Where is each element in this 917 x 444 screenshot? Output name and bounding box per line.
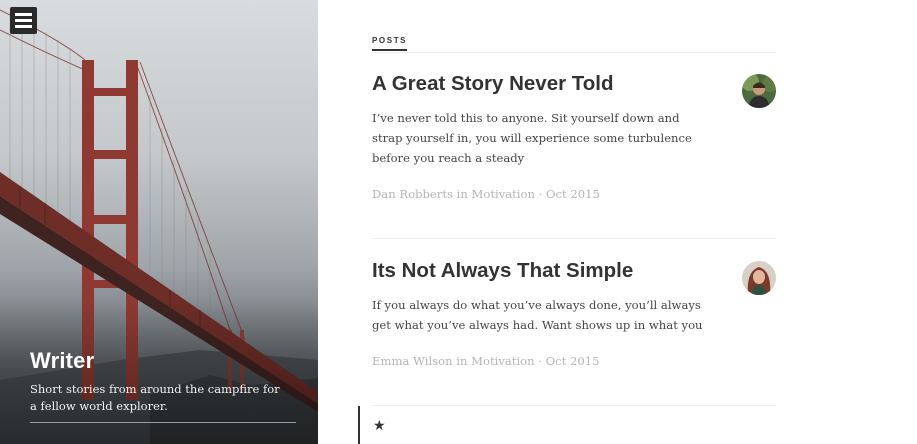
section-divider [372, 52, 776, 53]
post-divider [372, 238, 776, 239]
site-title[interactable]: Writer [30, 348, 94, 374]
post-title[interactable]: Its Not Always That Simple [372, 259, 776, 283]
post-card: A Great Story Never Told I’ve never told… [372, 72, 776, 201]
post-excerpt: If you always do what you’ve always done… [372, 298, 703, 332]
golden-gate-bridge-image [0, 9, 318, 444]
star-icon: ★ [373, 418, 386, 434]
hero-divider [30, 422, 296, 423]
posts-column: POSTS A Great Story Never Told I’ve neve… [318, 0, 917, 444]
author-avatar[interactable] [742, 261, 776, 295]
post-title[interactable]: A Great Story Never Told [372, 72, 776, 96]
author-avatar[interactable] [742, 74, 776, 108]
featured-indicator [358, 406, 360, 444]
post-excerpt: I’ve never told this to anyone. Sit your… [372, 111, 692, 165]
post-meta: Dan Robberts in Motivation · Oct 2015 [372, 187, 600, 201]
hamburger-menu-icon[interactable] [10, 7, 37, 34]
post-card: Its Not Always That Simple If you always… [372, 259, 776, 368]
section-label-posts: POSTS [372, 36, 408, 51]
site-description: Short stories from around the campfire f… [30, 382, 280, 413]
post-meta: Emma Wilson in Motivation · Oct 2015 [372, 354, 600, 368]
post-divider [372, 405, 776, 406]
hero-panel: Writer Short stories from around the cam… [0, 0, 318, 444]
